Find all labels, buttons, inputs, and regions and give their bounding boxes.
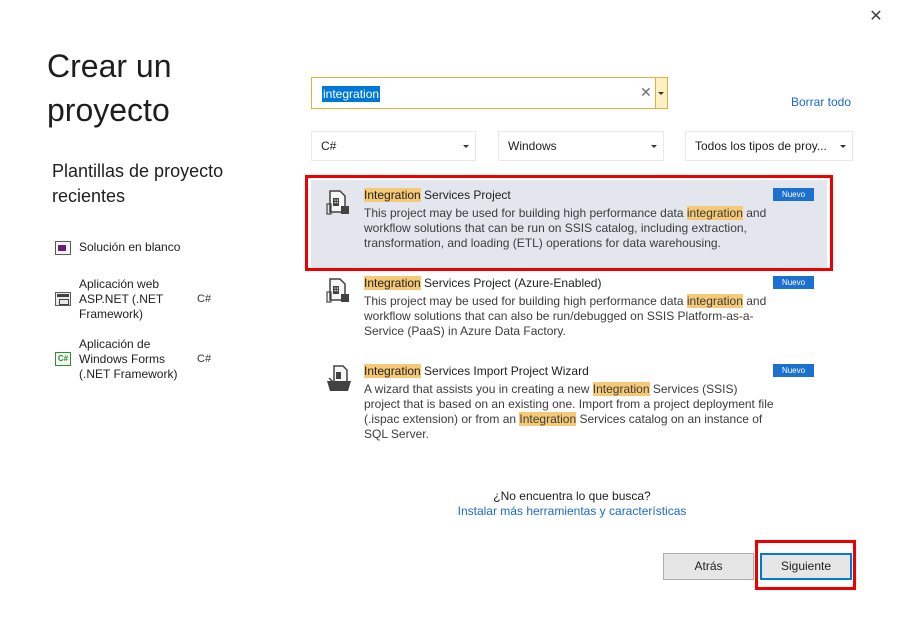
- recent-item-label: Aplicación web ASP.NET (.NET Framework): [79, 277, 164, 321]
- search-box[interactable]: integration ✕: [311, 77, 656, 109]
- blank-solution-icon: [55, 241, 71, 255]
- recent-templates-heading: Plantillas de proyecto recientes: [52, 161, 224, 206]
- clear-all-link[interactable]: Borrar todo: [791, 95, 851, 109]
- clear-search-icon[interactable]: ✕: [640, 85, 652, 101]
- chevron-down-icon: [463, 145, 469, 148]
- recent-item-language: C#: [197, 293, 212, 305]
- back-button[interactable]: Atrás: [663, 553, 754, 580]
- search-history-dropdown[interactable]: [656, 77, 668, 109]
- result-description: This project may be used for building hi…: [364, 294, 767, 338]
- platform-filter-value: Windows: [508, 139, 557, 153]
- ssis-azure-project-icon: [326, 278, 349, 303]
- new-badge: Nuevo: [773, 364, 814, 377]
- page-title: Crear un proyecto: [47, 48, 172, 128]
- project-type-filter[interactable]: Todos los tipos de proy...: [685, 131, 853, 161]
- close-icon[interactable]: ✕: [864, 6, 888, 26]
- recent-item-windows-forms[interactable]: C# Aplicación de Windows Forms (.NET Fra…: [52, 337, 222, 383]
- recent-item-aspnet-web-app[interactable]: Aplicación web ASP.NET (.NET Framework) …: [52, 277, 222, 323]
- next-button[interactable]: Siguiente: [760, 553, 852, 580]
- recent-item-label: Solución en blanco: [79, 240, 181, 254]
- recent-item-blank-solution[interactable]: Solución en blanco: [52, 240, 222, 256]
- not-found-question: ¿No encuentra lo que busca?: [493, 489, 651, 503]
- chevron-down-icon: [840, 145, 846, 148]
- windows-forms-icon: C#: [55, 352, 71, 366]
- recent-item-label: Aplicación de Windows Forms (.NET Framew…: [79, 337, 178, 381]
- project-type-filter-value: Todos los tipos de proy...: [695, 139, 827, 153]
- language-filter[interactable]: C#: [311, 131, 476, 161]
- result-description: A wizard that assists you in creating a …: [364, 382, 774, 441]
- search-input[interactable]: integration: [322, 86, 381, 102]
- language-filter-value: C#: [321, 139, 337, 153]
- import-wizard-icon: [327, 365, 351, 391]
- web-app-icon: [55, 292, 71, 306]
- new-badge: Nuevo: [773, 276, 814, 289]
- recent-item-language: C#: [197, 353, 212, 365]
- result-title: Integration Services Import Project Wiza…: [364, 364, 589, 378]
- result-integration-services-project-azure[interactable]: Integration Services Project (Azure-Enab…: [311, 268, 827, 348]
- annotation-highlight-selected-result: [305, 175, 833, 271]
- chevron-down-icon: [651, 145, 657, 148]
- install-more-tools-link[interactable]: Instalar más herramientas y característi…: [450, 504, 694, 518]
- result-integration-services-import-wizard[interactable]: Integration Services Import Project Wiza…: [311, 356, 827, 456]
- result-title: Integration Services Project (Azure-Enab…: [364, 276, 602, 290]
- platform-filter[interactable]: Windows: [498, 131, 664, 161]
